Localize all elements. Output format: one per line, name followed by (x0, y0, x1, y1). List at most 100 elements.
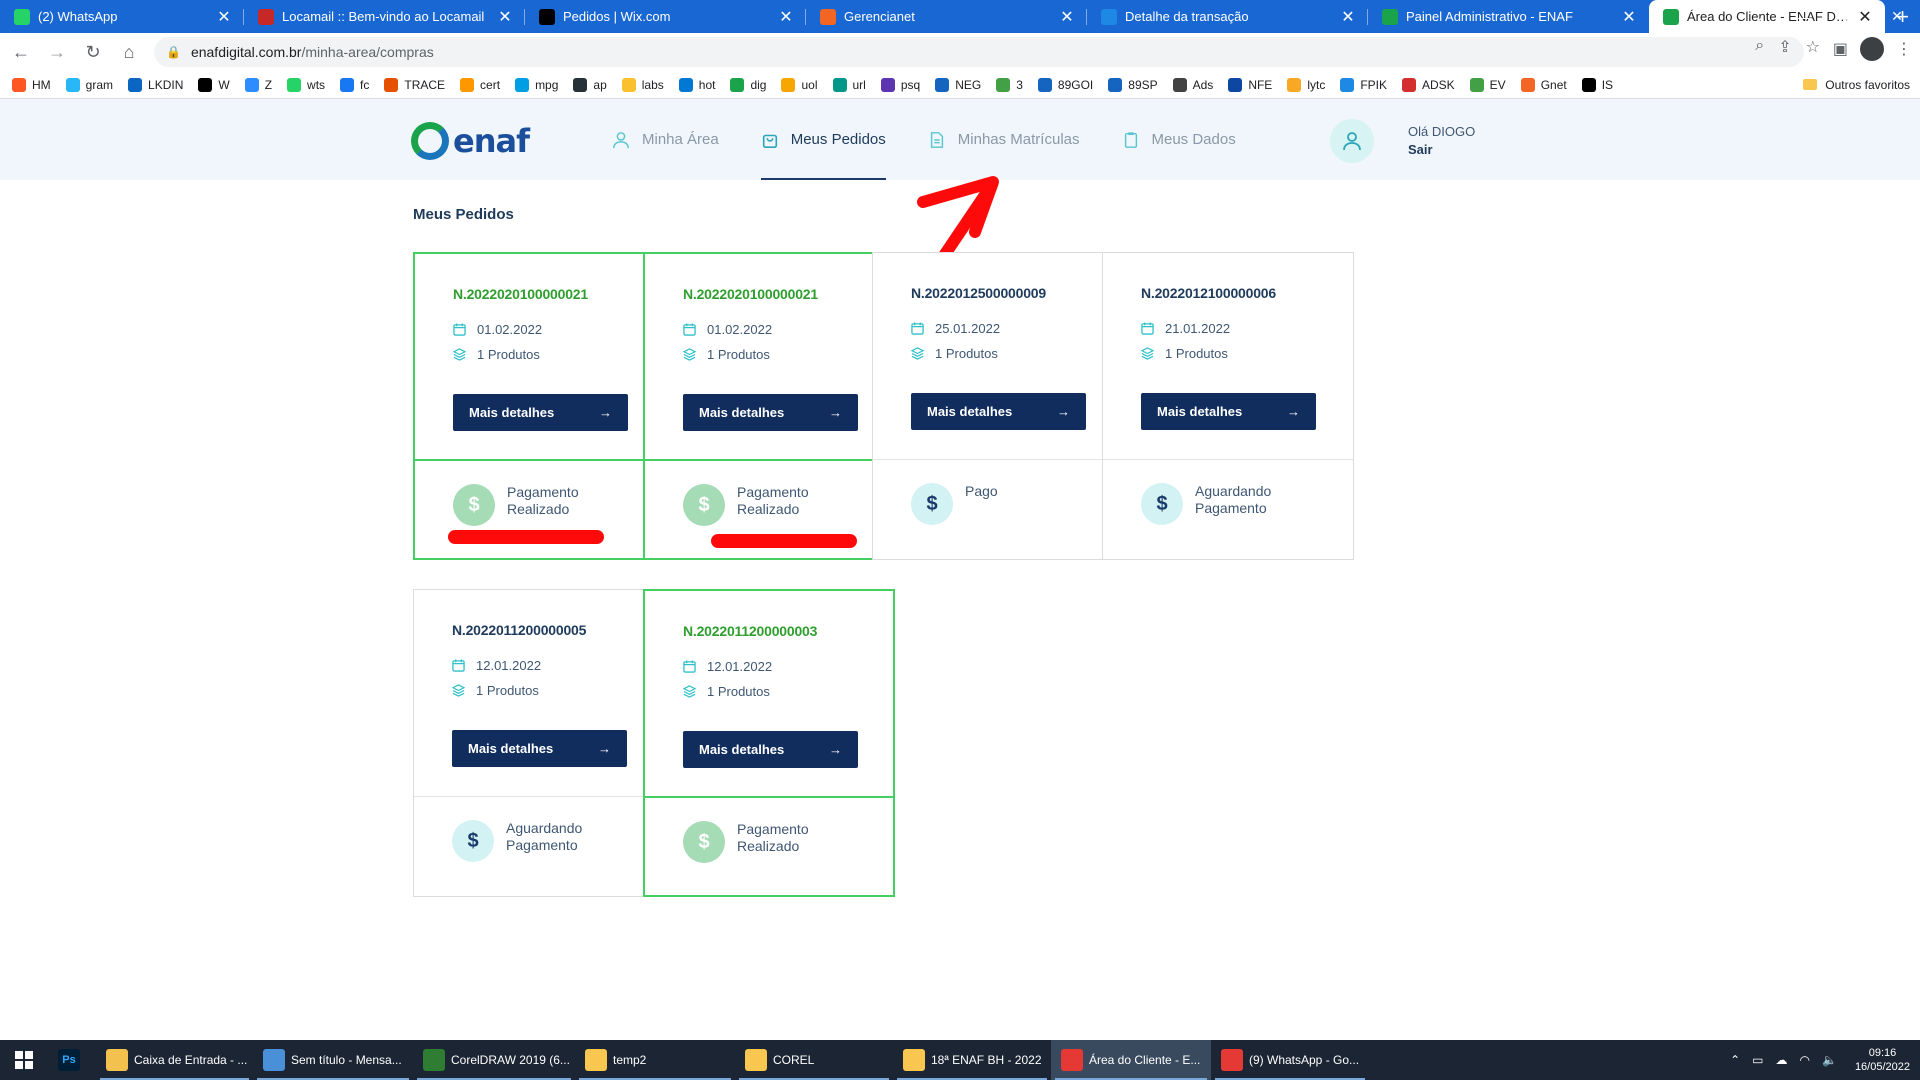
details-button[interactable]: Mais detalhes → (911, 393, 1086, 430)
nav-meus-pedidos[interactable]: Meus Pedidos (760, 99, 886, 180)
close-tab-icon[interactable]: ✕ (1340, 7, 1356, 27)
clock[interactable]: 09:16 16/05/2022 (1855, 1046, 1910, 1074)
chevron-up-icon[interactable]: ⌃ (1730, 1053, 1740, 1067)
details-button-label: Mais detalhes (469, 405, 555, 420)
bookmark-item[interactable]: url (832, 77, 866, 92)
browser-tab[interactable]: Locamail :: Bem-vindo ao Locamail ✕ (244, 0, 525, 33)
bookmark-item[interactable]: 89SP (1108, 77, 1158, 92)
browser-tab[interactable]: Detalhe da transação ✕ (1087, 0, 1368, 33)
side-panel-icon[interactable]: ▣ (1833, 39, 1848, 59)
browser-tab[interactable]: Gerencianet ✕ (806, 0, 1087, 33)
bookmark-item[interactable]: lytc (1287, 77, 1325, 92)
taskbar-app[interactable]: temp2 (575, 1040, 735, 1080)
windows-start-icon[interactable] (0, 1040, 48, 1080)
bookmark-label: labs (641, 77, 664, 92)
bookmark-favicon-icon (128, 77, 143, 92)
other-bookmarks[interactable]: Outros favoritos (1803, 78, 1910, 92)
taskbar-app[interactable]: Caixa de Entrada - ... (96, 1040, 253, 1080)
close-tab-icon[interactable]: ✕ (1621, 7, 1637, 27)
restore-icon[interactable]: ❐ (1828, 0, 1874, 33)
layers-icon (1141, 347, 1154, 360)
photoshop-taskbar-icon[interactable]: Ps (48, 1040, 96, 1080)
taskbar-app[interactable]: COREL (735, 1040, 893, 1080)
close-tab-icon[interactable]: ✕ (497, 7, 513, 27)
taskbar-app[interactable]: 18ª ENAF BH - 2022 (893, 1040, 1051, 1080)
bookmark-label: Gnet (1540, 77, 1567, 92)
profile-avatar[interactable] (1860, 37, 1884, 61)
details-button-label: Mais detalhes (1157, 404, 1243, 419)
whatsapp-icon (14, 8, 30, 25)
status-line-1: Pagamento (737, 821, 809, 837)
bookmark-item[interactable]: ADSK (1401, 77, 1455, 92)
bookmark-item[interactable]: TRACE (384, 77, 445, 92)
nav-meus-dados[interactable]: Meus Dados (1122, 99, 1236, 180)
bookmark-item[interactable]: 3 (996, 77, 1023, 92)
details-button[interactable]: Mais detalhes → (453, 394, 628, 431)
menu-icon[interactable]: ⋮ (1896, 39, 1912, 59)
bookmark-star-icon[interactable]: ☆ (1806, 37, 1820, 57)
bookmark-item[interactable]: labs (621, 77, 664, 92)
forward-icon[interactable]: → (42, 37, 72, 67)
other-bookmarks-label: Outros favoritos (1825, 77, 1910, 92)
logout-link[interactable]: Sair (1408, 141, 1475, 159)
logo-text: enaf (453, 122, 530, 160)
bookmark-item[interactable]: NFE (1228, 77, 1272, 92)
battery-icon[interactable]: ▭ (1752, 1053, 1763, 1067)
close-window-icon[interactable]: ✕ (1874, 0, 1920, 33)
tab-search-icon[interactable]: ⌄ (1736, 0, 1782, 33)
wifi-icon[interactable]: ◠ (1800, 1053, 1810, 1067)
bookmark-item[interactable]: cert (460, 77, 500, 92)
browser-tab[interactable]: Painel Administrativo - ENAF ✕ (1368, 0, 1649, 33)
bookmark-item[interactable]: NEG (935, 77, 981, 92)
details-button[interactable]: Mais detalhes → (1141, 393, 1316, 430)
bookmark-item[interactable]: Gnet (1520, 77, 1567, 92)
bookmark-item[interactable]: FPIK (1340, 77, 1387, 92)
bookmark-item[interactable]: fc (340, 77, 369, 92)
zoom-icon[interactable]: ⌕ (1755, 37, 1764, 57)
bookmark-item[interactable]: 89GOI (1037, 77, 1093, 92)
back-icon[interactable]: ← (6, 37, 36, 67)
order-products-value: 1 Produtos (476, 683, 539, 698)
details-button[interactable]: Mais detalhes → (452, 730, 627, 767)
url-path: /minha-area/compras (301, 44, 434, 60)
bookmark-item[interactable]: mpg (515, 77, 559, 92)
bookmark-item[interactable]: ap (573, 77, 607, 92)
bookmark-item[interactable]: EV (1469, 77, 1506, 92)
minimize-icon[interactable]: — (1782, 0, 1828, 33)
bookmark-item[interactable]: gram (65, 77, 113, 92)
bookmark-item[interactable]: hot (678, 77, 715, 92)
page-title: Meus Pedidos (413, 206, 514, 223)
bookmark-item[interactable]: IS (1581, 77, 1613, 92)
bookmark-item[interactable]: HM (12, 77, 51, 92)
bookmark-item[interactable]: psq (880, 77, 920, 92)
bookmark-label: mpg (535, 77, 559, 92)
browser-tab[interactable]: Pedidos | Wix.com ✕ (525, 0, 806, 33)
home-icon[interactable]: ⌂ (114, 37, 144, 67)
bookmark-item[interactable]: LKDIN (128, 77, 183, 92)
close-tab-icon[interactable]: ✕ (1059, 7, 1075, 27)
share-icon[interactable]: ⇪ (1778, 37, 1791, 57)
url-input[interactable]: 🔒 enafdigital.com.br/minha-area/compras (154, 37, 1804, 67)
bookmark-item[interactable]: Z (244, 77, 272, 92)
bookmark-item[interactable]: W (198, 77, 230, 92)
taskbar-app[interactable]: Sem título - Mensa... (253, 1040, 413, 1080)
taskbar-app[interactable]: CorelDRAW 2019 (6... (413, 1040, 575, 1080)
reload-icon[interactable]: ↻ (78, 37, 108, 67)
nav-minha-area[interactable]: Minha Área (612, 99, 719, 180)
speaker-icon[interactable]: 🔈 (1822, 1053, 1837, 1067)
close-tab-icon[interactable]: ✕ (216, 7, 232, 27)
bookmark-item[interactable]: Ads (1172, 77, 1213, 92)
bookmark-item[interactable]: wts (287, 77, 325, 92)
cloud-icon[interactable]: ☁ (1776, 1053, 1788, 1067)
close-tab-icon[interactable]: ✕ (778, 7, 794, 27)
bookmark-item[interactable]: dig (730, 77, 766, 92)
browser-tab[interactable]: (2) WhatsApp ✕ (0, 0, 244, 33)
nav-minhas-matriculas[interactable]: Minhas Matrículas (928, 99, 1080, 180)
details-button[interactable]: Mais detalhes → (683, 394, 858, 431)
order-date-value: 25.01.2022 (935, 321, 1001, 336)
taskbar-app[interactable]: Área do Cliente - E... (1051, 1040, 1211, 1080)
details-button[interactable]: Mais detalhes → (683, 731, 858, 768)
taskbar-app[interactable]: (9) WhatsApp - Go... (1211, 1040, 1369, 1080)
enaf-logo[interactable]: enaf (411, 121, 530, 161)
bookmark-item[interactable]: uol (781, 77, 818, 92)
